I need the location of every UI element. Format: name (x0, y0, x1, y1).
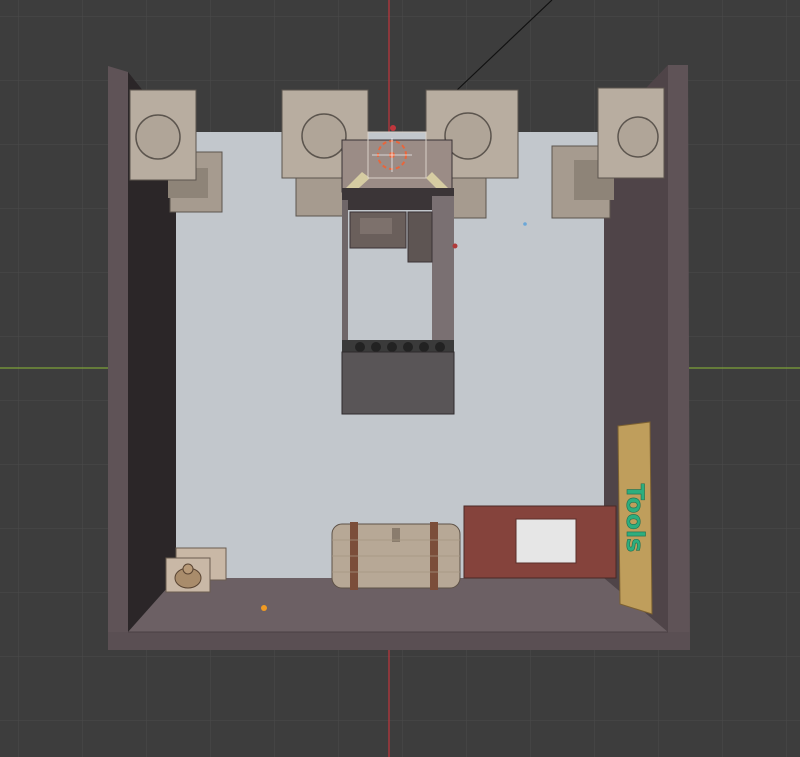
lantern-right-post (432, 196, 454, 346)
viewport-canvas[interactable]: Tools (0, 0, 800, 757)
camera-object-icon[interactable] (390, 125, 396, 131)
tools-sign-text: Tools (621, 484, 649, 553)
red-panel-window (515, 518, 577, 564)
chain-link (371, 342, 381, 352)
chain-link (419, 342, 429, 352)
pillar-center-left-ring (301, 113, 347, 159)
pillar-left-ring (135, 114, 181, 160)
lantern-side-box (407, 211, 433, 263)
chain-link (355, 342, 365, 352)
pillar-center-left-base (295, 177, 347, 217)
light-object-icon[interactable] (452, 243, 458, 249)
point-light-origin[interactable] (261, 605, 267, 611)
right-wall[interactable] (668, 65, 690, 650)
red-panel[interactable] (463, 505, 617, 579)
light-object-icon-small[interactable] (523, 222, 527, 226)
lantern-bottom-box (341, 351, 455, 415)
chain-link (435, 342, 445, 352)
figurine-head (182, 563, 194, 575)
chain-link (403, 342, 413, 352)
lantern-left-post (342, 200, 348, 350)
left-wall[interactable] (108, 66, 128, 650)
barrel[interactable] (331, 522, 461, 590)
3d-viewport[interactable]: Tools (0, 0, 800, 757)
front-wall-base[interactable] (108, 632, 690, 650)
lantern-inner-box-top (360, 218, 392, 234)
pillar-right-ring (617, 116, 659, 158)
chain-link (387, 342, 397, 352)
tools-sign[interactable]: Tools (617, 421, 653, 615)
